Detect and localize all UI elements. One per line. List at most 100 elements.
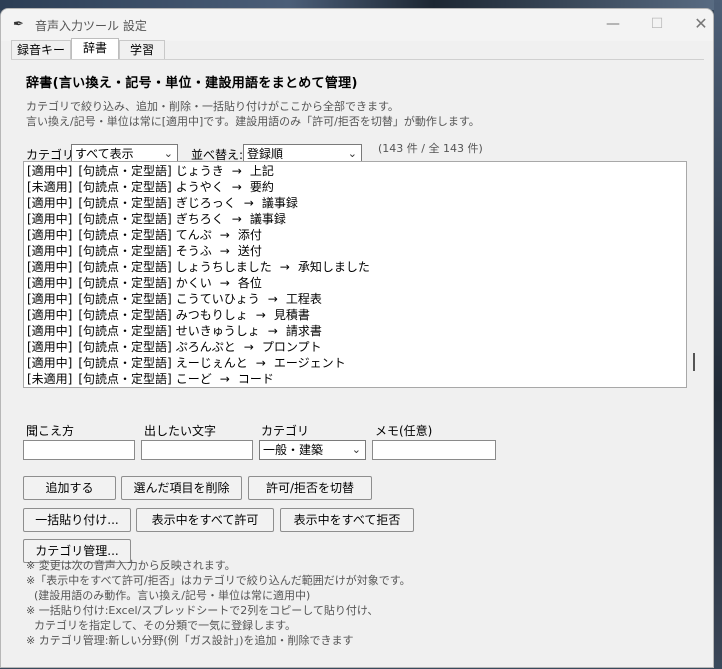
list-item[interactable]: [適用中] [句読点・定型語] みつもりしょ → 見積書 — [24, 307, 686, 323]
entry-reading: こーど — [175, 372, 212, 386]
entry-category: [句読点・定型語] — [78, 340, 172, 354]
entry-status: [適用中] — [27, 244, 73, 258]
entry-output: 議事録 — [249, 212, 286, 226]
desktop-background-edge — [714, 0, 722, 660]
toggle-allow-deny-button[interactable]: 許可/拒否を切替 — [248, 476, 372, 500]
chevron-down-icon: ⌄ — [351, 443, 361, 456]
entry-status: [未適用] — [27, 180, 73, 194]
list-item[interactable]: [適用中] [句読点・定型語] こうていひょう → 工程表 — [24, 291, 686, 307]
arrow-right-icon: → — [231, 164, 242, 178]
entry-category: [句読点・定型語] — [78, 164, 172, 178]
output-label: 出したい文字 — [144, 424, 217, 438]
entry-status: [適用中] — [27, 260, 73, 274]
list-item[interactable]: [適用中] [句読点・定型語] ぎじろっく → 議事録 — [24, 195, 686, 211]
form-category-value: 一般・建築 — [263, 443, 324, 457]
entry-status: [適用中] — [27, 324, 73, 338]
arrow-right-icon: → — [219, 276, 230, 290]
entry-status: [適用中] — [27, 276, 73, 290]
list-item[interactable]: [適用中] [句読点・定型語] えーじぇんと → エージェント — [24, 355, 686, 371]
entry-status: [適用中] — [27, 356, 73, 370]
entry-status: [適用中] — [27, 292, 73, 306]
entry-category: [句読点・定型語] — [78, 212, 172, 226]
entry-reading: てんぷ — [175, 228, 212, 242]
reading-label: 聞こえ方 — [26, 424, 75, 438]
entry-output: 請求書 — [285, 324, 322, 338]
note-line: ※「表示中をすべて許可/拒否」はカテゴリで絞り込んだ範囲だけが対象です。 — [26, 574, 411, 587]
entry-output: 承知しました — [297, 260, 370, 274]
memo-label: メモ(任意) — [375, 424, 433, 438]
feather-icon: ✒ — [13, 17, 24, 32]
deny-all-visible-button[interactable]: 表示中をすべて拒否 — [280, 508, 414, 532]
entry-category: [句読点・定型語] — [78, 276, 172, 290]
description-line-1: カテゴリで絞り込み、追加・削除・一括貼り付けがここから全部できます。 — [26, 100, 399, 113]
list-item[interactable]: [適用中] [句読点・定型語] そうふ → 送付 — [24, 243, 686, 259]
delete-selected-button[interactable]: 選んだ項目を削除 — [121, 476, 242, 500]
entry-output: 議事録 — [261, 196, 298, 210]
arrow-right-icon: → — [219, 228, 230, 242]
close-button[interactable]: ✕ — [681, 13, 713, 37]
entry-reading: えーじぇんと — [175, 356, 248, 370]
output-input[interactable] — [141, 440, 253, 460]
entry-category: [句読点・定型語] — [78, 228, 172, 242]
window-title: 音声入力ツール 設定 — [35, 19, 147, 33]
entry-reading: こうていひょう — [175, 292, 260, 306]
category-filter-value: すべて表示 — [75, 147, 134, 161]
allow-all-visible-button[interactable]: 表示中をすべて許可 — [136, 508, 274, 532]
entry-reading: ぎちろく — [175, 212, 224, 226]
tab-learning[interactable]: 学習 — [119, 40, 165, 60]
arrow-right-icon: → — [267, 324, 278, 338]
description-line-2: 言い換え/記号・単位は常に[適用中]です。建設用語のみ「許可/拒否を切替」が動作… — [26, 115, 480, 128]
sort-value: 登録順 — [247, 147, 284, 161]
page-title: 辞書(言い換え・記号・単位・建設用語をまとめて管理) — [26, 76, 358, 91]
arrow-right-icon: → — [267, 292, 278, 306]
entry-category: [句読点・定型語] — [78, 260, 172, 274]
bulk-paste-button[interactable]: 一括貼り付け... — [23, 508, 131, 532]
entry-reading: ぷろんぷと — [175, 340, 236, 354]
note-line: (建設用語のみ動作。言い換え/記号・単位は常に適用中) — [34, 589, 311, 602]
note-line: カテゴリを指定して、その分類で一気に登録します。 — [34, 619, 297, 632]
note-line: ※ 一括貼り付け:Excel/スプレッドシートで2列をコピーして貼り付け、 — [26, 604, 379, 617]
entry-output: プロンプト — [261, 340, 322, 354]
maximize-button[interactable]: ☐ — [637, 13, 677, 37]
add-button[interactable]: 追加する — [23, 476, 116, 500]
list-scrollbar-thumb[interactable] — [693, 353, 695, 371]
list-item[interactable]: [適用中] [句読点・定型語] ぷろんぷと → プロンプト — [24, 339, 686, 355]
entry-output: 要約 — [249, 180, 274, 194]
list-item[interactable]: [未適用] [句読点・定型語] ようやく → 要約 — [24, 179, 686, 195]
entry-category: [句読点・定型語] — [78, 372, 172, 386]
list-item[interactable]: [未適用] [句読点・定型語] こーど → コード — [24, 371, 686, 387]
memo-input[interactable] — [372, 440, 496, 460]
entry-output: エージェント — [273, 356, 346, 370]
list-item[interactable]: [適用中] [句読点・定型語] せいきゅうしょ → 請求書 — [24, 323, 686, 339]
dictionary-list[interactable]: [適用中] [句読点・定型語] じょうき → 上記 [未適用] [句読点・定型語] ようやく →… — [23, 161, 687, 388]
tab-record-key[interactable]: 録音キー — [11, 40, 71, 60]
entry-reading: しょうちしました — [175, 260, 272, 274]
list-item[interactable]: [適用中] [句読点・定型語] かくい → 各位 — [24, 275, 686, 291]
notes: ※ 変更は次の音声入力から反映されます。 ※「表示中をすべて許可/拒否」はカテゴ… — [26, 558, 696, 648]
entry-status: [適用中] — [27, 196, 73, 210]
list-item[interactable]: [適用中] [句読点・定型語] ぎちろく → 議事録 — [24, 211, 686, 227]
list-item[interactable]: [適用中] [句読点・定型語] しょうちしました → 承知しました — [24, 259, 686, 275]
note-line: ※ 変更は次の音声入力から反映されます。 — [26, 559, 236, 572]
arrow-right-icon: → — [255, 356, 266, 370]
entry-reading: ぎじろっく — [175, 196, 236, 210]
entry-status: [適用中] — [27, 308, 73, 322]
entry-output: コード — [237, 372, 274, 386]
arrow-right-icon: → — [219, 372, 230, 386]
entry-output: 工程表 — [285, 292, 322, 306]
arrow-right-icon: → — [279, 260, 290, 274]
list-item[interactable]: [適用中] [句読点・定型語] てんぷ → 添付 — [24, 227, 686, 243]
entry-status: [適用中] — [27, 228, 73, 242]
form-category-select[interactable]: 一般・建築 ⌄ — [259, 440, 366, 460]
list-item[interactable]: [適用中] [句読点・定型語] じょうき → 上記 — [24, 163, 686, 179]
entry-count: (143 件 / 全 143 件) — [378, 142, 483, 155]
minimize-button[interactable]: — — [593, 13, 633, 37]
entry-output: 送付 — [237, 244, 262, 258]
tab-dictionary[interactable]: 辞書 — [71, 38, 119, 60]
arrow-right-icon: → — [219, 244, 230, 258]
entry-status: [適用中] — [27, 164, 73, 178]
reading-input[interactable] — [23, 440, 135, 460]
entry-reading: ようやく — [175, 180, 224, 194]
form-category-label: カテゴリ — [261, 424, 310, 438]
entry-category: [句読点・定型語] — [78, 308, 172, 322]
